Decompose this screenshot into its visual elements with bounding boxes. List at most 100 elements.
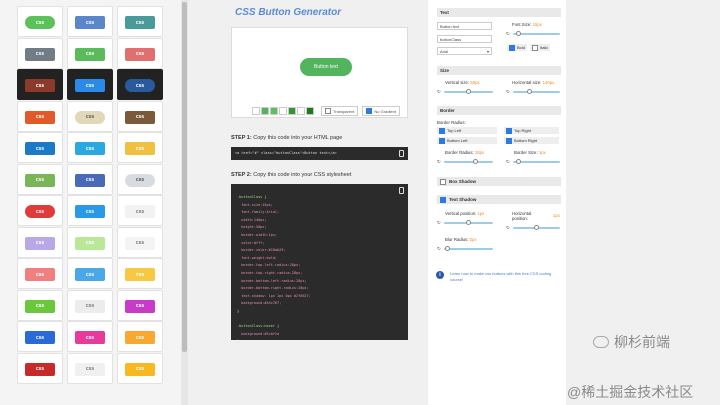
top-right-checkbox[interactable] bbox=[506, 127, 512, 134]
reset-icon[interactable]: ↻ bbox=[506, 31, 510, 36]
learn-course-link[interactable]: Learn how to make css buttons with this … bbox=[436, 271, 560, 283]
gallery-button-sample[interactable]: css bbox=[75, 110, 105, 124]
gallery-button-sample[interactable]: css bbox=[25, 16, 55, 29]
gallery-button-sample[interactable]: css bbox=[75, 47, 105, 61]
font-size-slider[interactable]: ↻ bbox=[506, 31, 560, 36]
gallery-tile[interactable]: css bbox=[67, 6, 113, 37]
slider-knob[interactable] bbox=[516, 31, 521, 36]
gallery-tile[interactable]: css bbox=[117, 352, 163, 384]
background-swatch[interactable] bbox=[306, 107, 314, 115]
gallery-button-sample[interactable]: css bbox=[25, 331, 55, 344]
gallery-tile[interactable]: css bbox=[67, 321, 113, 352]
italic-checkbox[interactable] bbox=[532, 44, 538, 51]
transparent-checkbox[interactable] bbox=[325, 108, 331, 114]
border-radius-slider[interactable]: ↻ bbox=[437, 159, 493, 164]
class-name-input[interactable]: buttonClass bbox=[437, 35, 492, 43]
html-code-box[interactable]: <a href="#" class="buttonClass">Button t… bbox=[231, 147, 408, 160]
gallery-tile[interactable]: css bbox=[17, 6, 63, 37]
background-swatch[interactable] bbox=[288, 107, 296, 115]
gallery-tile[interactable]: css bbox=[117, 289, 163, 321]
gallery-button-sample[interactable]: css bbox=[125, 299, 155, 313]
background-swatch[interactable] bbox=[270, 107, 278, 115]
preview-button[interactable]: Button text bbox=[300, 58, 352, 76]
gallery-scrollbar[interactable] bbox=[181, 0, 188, 405]
gallery-tile[interactable]: css bbox=[117, 69, 163, 100]
gallery-tile[interactable]: css bbox=[67, 195, 113, 226]
slider-track[interactable] bbox=[444, 248, 493, 250]
copy-clipboard-icon[interactable] bbox=[399, 150, 404, 157]
gallery-button-sample[interactable]: css bbox=[75, 142, 105, 155]
no-gradient-option[interactable]: No Gradient bbox=[362, 106, 400, 116]
slider-knob[interactable] bbox=[516, 159, 521, 164]
gallery-button-sample[interactable]: css bbox=[125, 110, 155, 124]
gallery-button-sample[interactable]: css bbox=[75, 236, 105, 250]
top-left-checkbox[interactable] bbox=[439, 127, 445, 134]
gallery-tile[interactable]: css bbox=[67, 37, 113, 69]
gallery-button-sample[interactable]: css bbox=[75, 299, 105, 313]
gallery-tile[interactable]: css bbox=[17, 289, 63, 321]
gallery-button-sample[interactable]: css bbox=[125, 16, 155, 29]
gallery-button-sample[interactable]: css bbox=[75, 173, 105, 187]
bottom-left-option[interactable]: Bottom Left bbox=[437, 137, 497, 144]
gallery-button-sample[interactable]: css bbox=[25, 173, 55, 187]
copy-clipboard-icon[interactable] bbox=[399, 187, 404, 194]
gallery-tile[interactable]: css bbox=[17, 195, 63, 226]
background-swatch[interactable] bbox=[261, 107, 269, 115]
background-swatch[interactable] bbox=[252, 107, 260, 115]
slider-knob[interactable] bbox=[473, 159, 478, 164]
gallery-tile[interactable]: css bbox=[17, 69, 63, 100]
gallery-button-sample[interactable]: css bbox=[125, 47, 155, 61]
gallery-tile[interactable]: css bbox=[17, 352, 63, 384]
vertical-size-slider[interactable]: ↻ bbox=[437, 89, 493, 94]
background-swatch[interactable] bbox=[297, 107, 305, 115]
gallery-button-sample[interactable]: css bbox=[125, 236, 155, 250]
slider-knob[interactable] bbox=[527, 89, 532, 94]
gallery-button-sample[interactable]: css bbox=[25, 47, 55, 61]
gallery-tile[interactable]: css bbox=[17, 163, 63, 195]
gallery-button-sample[interactable]: css bbox=[125, 205, 155, 218]
transparent-option[interactable]: Transparent bbox=[321, 106, 359, 116]
gallery-tile[interactable]: css bbox=[67, 163, 113, 195]
slider-knob[interactable] bbox=[534, 225, 539, 230]
text-shadow-checkbox[interactable] bbox=[440, 196, 446, 203]
gallery-tile[interactable]: css bbox=[67, 258, 113, 289]
gallery-button-sample[interactable]: css bbox=[25, 110, 55, 124]
gallery-tile[interactable]: css bbox=[17, 321, 63, 352]
slider-track[interactable] bbox=[444, 161, 493, 163]
gallery-tile[interactable]: css bbox=[17, 100, 63, 132]
gallery-tile[interactable]: css bbox=[67, 226, 113, 258]
gallery-button-sample[interactable]: css bbox=[125, 268, 155, 281]
reset-icon[interactable]: ↻ bbox=[506, 225, 510, 230]
gallery-tile[interactable]: css bbox=[17, 226, 63, 258]
box-shadow-checkbox[interactable] bbox=[440, 178, 446, 185]
bottom-left-checkbox[interactable] bbox=[439, 137, 445, 144]
gallery-button-sample[interactable]: css bbox=[125, 362, 155, 376]
blur-radius-slider[interactable]: ↻ bbox=[437, 246, 493, 251]
css-code-box[interactable]: .buttonClass { font-size:15px; font-fami… bbox=[231, 184, 408, 343]
gallery-button-sample[interactable]: css bbox=[125, 142, 155, 155]
top-right-option[interactable]: Top Right bbox=[504, 127, 559, 134]
border-size-slider[interactable]: ↻ bbox=[506, 159, 560, 164]
reset-icon[interactable]: ↻ bbox=[437, 220, 441, 225]
gallery-button-sample[interactable]: css bbox=[25, 142, 55, 155]
horizontal-size-slider[interactable]: ↻ bbox=[506, 89, 560, 94]
gallery-button-sample[interactable]: css bbox=[25, 268, 55, 281]
gallery-tile[interactable]: css bbox=[117, 163, 163, 195]
vertical-position-slider[interactable]: ↻ bbox=[437, 220, 493, 225]
gallery-button-sample[interactable]: css bbox=[25, 79, 55, 92]
italic-option[interactable]: Italic bbox=[530, 44, 551, 51]
size-section-header[interactable]: Size bbox=[437, 66, 561, 75]
gallery-button-sample[interactable]: css bbox=[25, 236, 55, 250]
gallery-tile[interactable]: css bbox=[67, 132, 113, 163]
gallery-button-sample[interactable]: css bbox=[75, 205, 105, 218]
gallery-button-sample[interactable]: css bbox=[25, 205, 55, 218]
gallery-button-sample[interactable]: css bbox=[75, 79, 105, 92]
gallery-button-sample[interactable]: css bbox=[75, 362, 105, 376]
reset-icon[interactable]: ↻ bbox=[506, 159, 510, 164]
gallery-tile[interactable]: css bbox=[17, 132, 63, 163]
reset-icon[interactable]: ↻ bbox=[437, 89, 441, 94]
border-section-header[interactable]: Border bbox=[437, 106, 561, 115]
gallery-button-sample[interactable]: css bbox=[75, 268, 105, 281]
gallery-button-sample[interactable]: css bbox=[25, 362, 55, 376]
slider-knob[interactable] bbox=[466, 220, 471, 225]
